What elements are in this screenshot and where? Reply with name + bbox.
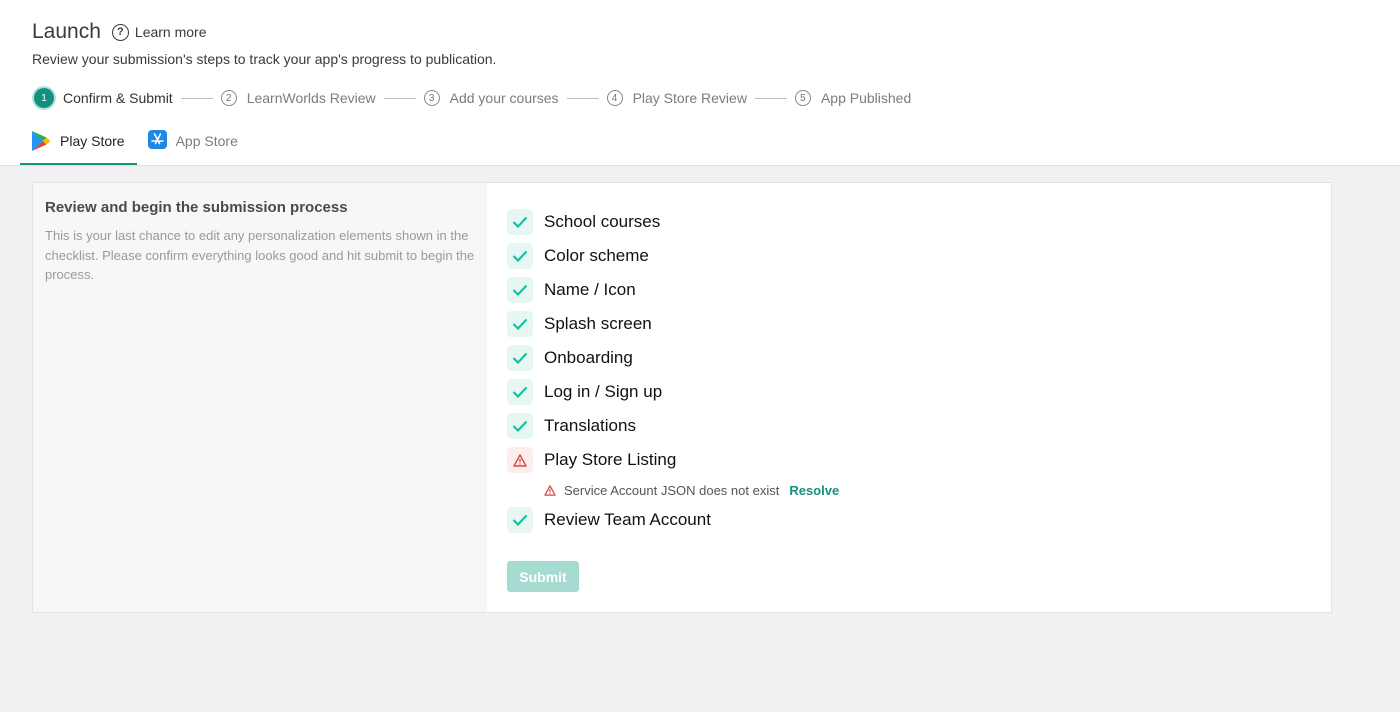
check-icon [507,209,533,235]
step-play-store-review: 4 Play Store Review [606,90,747,106]
step-label: App Published [820,90,912,106]
panel-description: This is your last chance to edit any per… [45,228,475,282]
step-label: Confirm & Submit [63,90,173,106]
step-connector [754,97,787,99]
check-icon [507,277,533,303]
check-icon [507,379,533,405]
tab-label: App Store [175,133,238,149]
step-connector [383,97,416,99]
checklist-item-label: Log in / Sign up [544,382,663,401]
tab-play-store[interactable]: Play Store [20,126,137,165]
app-store-icon [147,130,167,149]
checklist-item: Log in / Sign up [507,379,1311,405]
resolve-link[interactable]: Resolve [789,483,839,498]
progress-steps: 1 Confirm & Submit 2 LearnWorlds Review … [34,88,911,108]
tab-app-store[interactable]: App Store [137,126,250,165]
google-play-icon [32,131,51,151]
checklist-item: Color scheme [507,243,1311,269]
checklist-item-label: Splash screen [544,314,652,333]
check-icon [507,413,533,439]
step-label: Add your courses [449,90,559,106]
checklist-item: Name / Icon [507,277,1311,303]
step-add-courses: 3 Add your courses [423,90,559,106]
issue-message: Service Account JSON does not exist [564,482,780,498]
panel-title: Review and begin the submission process [45,199,348,216]
checklist-item-label: Play Store Listing [544,450,677,469]
checklist-item: Onboarding [507,345,1311,371]
info-panel: Review and begin the submission process … [33,183,487,612]
warning-icon [544,484,556,496]
page-header: Launch ? Learn more Review your submissi… [0,0,1400,166]
step-connector [180,97,213,99]
step-confirm-submit: 1 Confirm & Submit [34,88,173,108]
question-icon: ? [111,23,129,41]
step-label: LearnWorlds Review [246,90,376,106]
check-icon [507,243,533,269]
learn-more-label: Learn more [134,24,207,40]
submit-button[interactable]: Submit [507,561,579,592]
store-tabs: Play Store App Store [20,126,250,166]
page-title: Launch [32,20,101,43]
step-connector [566,97,599,99]
checklist-item: Translations [507,413,1311,439]
page-subtitle: Review your submission's steps to track … [32,51,497,67]
checklist-item-label: Onboarding [544,348,633,367]
checklist-item: Review Team Account [507,507,1311,533]
submission-card: Review and begin the submission process … [32,182,1332,613]
learn-more-link[interactable]: ? Learn more [111,23,207,41]
step-number: 4 [606,90,623,106]
checklist-item: Splash screen [507,311,1311,337]
step-label: Play Store Review [632,90,747,106]
checklist-item-warning: Play Store Listing [507,447,1311,473]
title-row: Launch ? Learn more [32,20,207,44]
checklist-item-label: School courses [544,212,661,231]
checklist-item-label: Color scheme [544,246,649,265]
step-number: 3 [423,90,440,106]
check-icon [507,507,533,533]
step-learnworlds-review: 2 LearnWorlds Review [220,90,376,106]
step-app-published: 5 App Published [794,90,912,106]
check-icon [507,345,533,371]
checklist-item-label: Review Team Account [544,510,711,529]
checklist-panel: School courses Color scheme Name / Icon … [487,183,1331,612]
warning-icon [507,447,533,473]
check-icon [507,311,533,337]
tab-label: Play Store [60,133,125,149]
checklist-item-label: Name / Icon [544,280,636,299]
issue-row: Service Account JSON does not exist Reso… [544,479,1311,501]
checklist-item: School courses [507,209,1311,235]
step-number: 1 [34,88,54,108]
checklist-item-label: Translations [544,416,636,435]
step-number: 2 [220,90,237,106]
step-number: 5 [794,90,811,106]
